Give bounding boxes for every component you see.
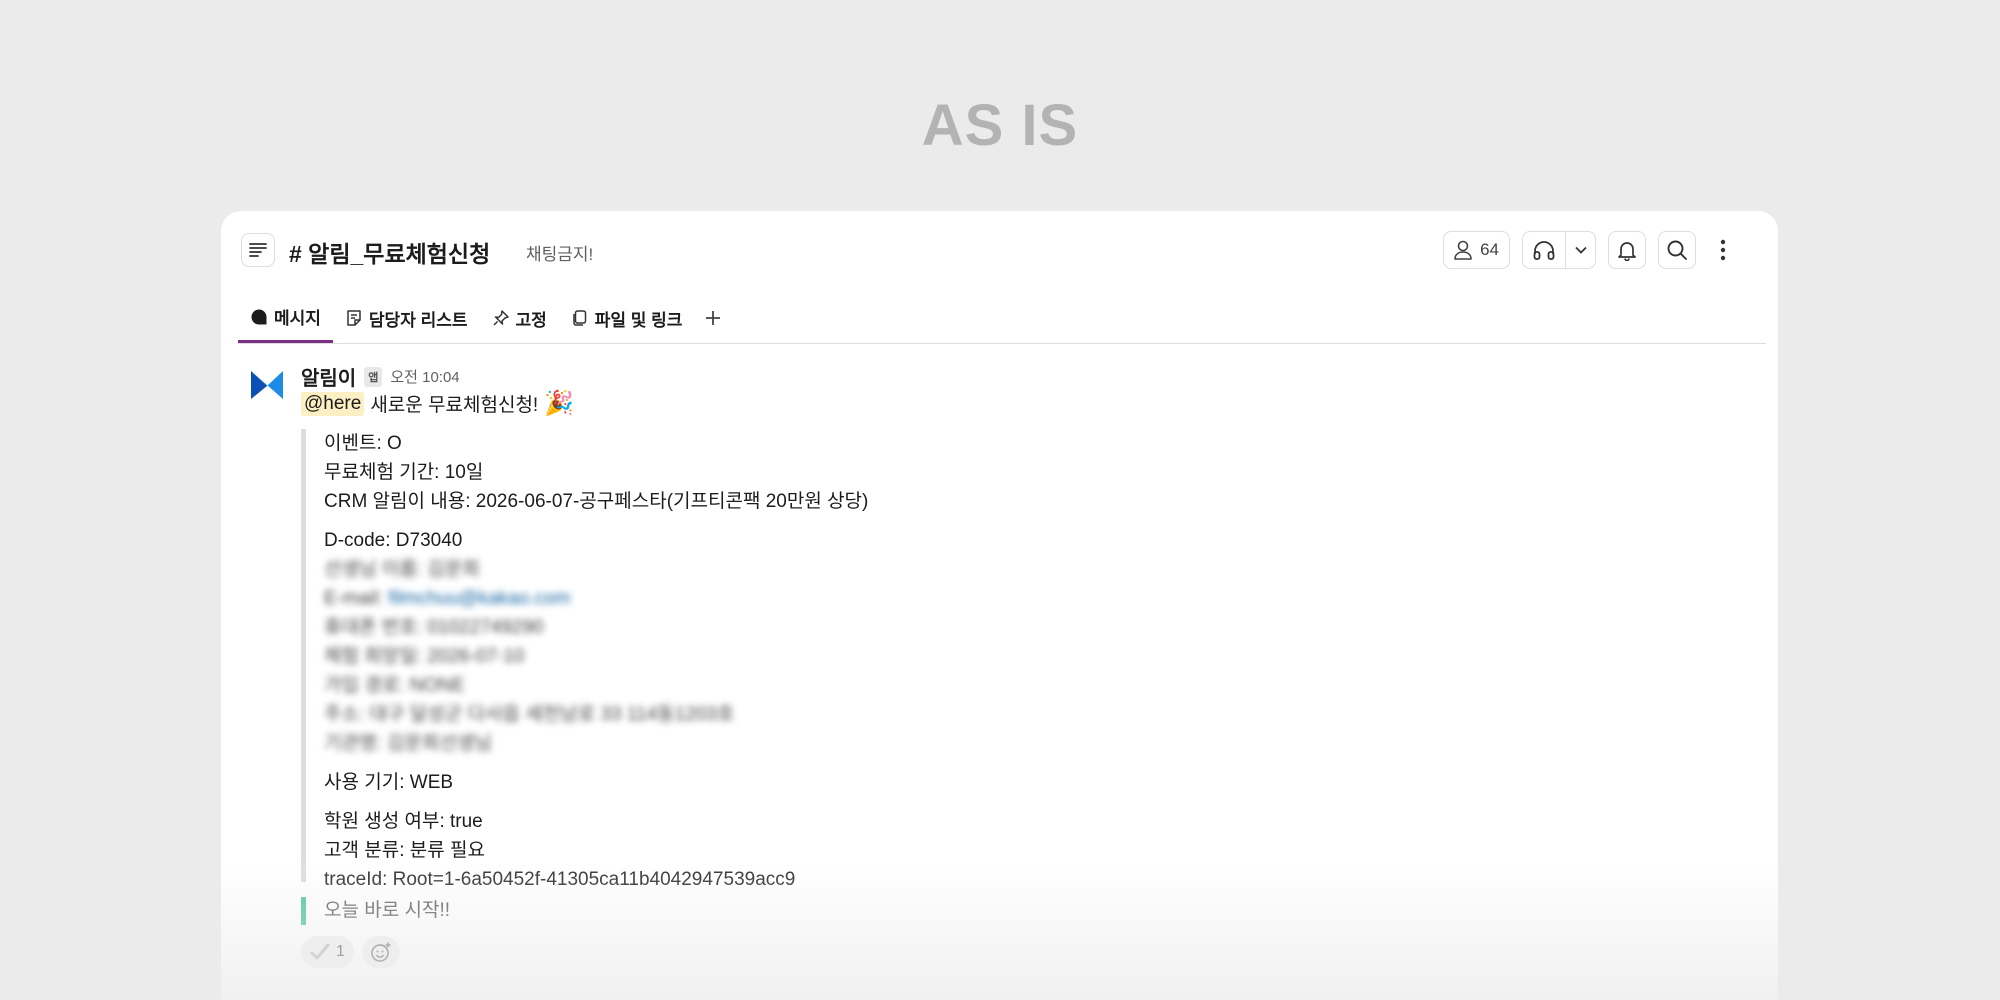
add-emoji-icon <box>371 942 391 962</box>
secondary-attachment: 오늘 바로 시작!! <box>301 897 450 925</box>
field-signup-path: 가입 경로: NONE <box>324 675 465 696</box>
field-trace-id: traceId: Root=1-6a50452f-41305ca11b40429… <box>324 869 796 890</box>
search-button[interactable] <box>1658 231 1696 269</box>
canvas-icon <box>347 310 361 326</box>
more-options-button[interactable] <box>1708 231 1738 269</box>
huddle-button[interactable] <box>1523 232 1565 268</box>
reactions-bar: 1 <box>301 936 400 968</box>
headphones-icon <box>1533 241 1555 260</box>
app-badge: 앱 <box>364 366 383 387</box>
huddle-options-button[interactable] <box>1565 232 1595 268</box>
pin-icon <box>492 310 509 326</box>
plus-icon <box>706 311 721 325</box>
bot-avatar[interactable] <box>251 369 283 401</box>
bell-icon <box>1618 242 1636 261</box>
notifications-button[interactable] <box>1608 231 1646 269</box>
tab-label: 메시지 <box>274 309 321 328</box>
field-teacher-name: 선생님 이름: 김문희 <box>324 559 480 580</box>
tab-messages[interactable]: 메시지 <box>238 293 333 343</box>
email-label: E-mail: <box>324 588 384 609</box>
files-icon <box>573 310 587 326</box>
slack-channel-window: # 알림_무료체험신청 채팅금지! 64 메시지 담당자 리스트 고정 파일 및… <box>221 211 1778 1000</box>
tab-label: 파일 및 링크 <box>594 310 683 330</box>
email-link[interactable]: filmchuu@kakao.com <box>388 588 570 609</box>
message-time[interactable]: 오전 10:04 <box>390 366 459 387</box>
channel-tabs: 메시지 담당자 리스트 고정 파일 및 링크 <box>238 294 1766 344</box>
page-heading: AS IS <box>921 93 1079 158</box>
field-dcode: D-code: D73040 <box>324 530 463 551</box>
field-trial-date: 체험 희망일: 2026-07-10 <box>324 646 525 667</box>
message-meta: 알림이 앱 오전 10:04 <box>301 362 460 391</box>
field-academy-created: 학원 생성 여부: true <box>324 811 483 832</box>
more-vertical-icon <box>1720 239 1726 261</box>
message-body: 새로운 무료체험신청! <box>370 395 539 416</box>
channel-topic[interactable]: 채팅금지! <box>526 240 593 265</box>
field-trial-period: 무료체험 기간: 10일 <box>324 462 484 483</box>
huddle-button-group <box>1522 231 1596 269</box>
channel-menu-button[interactable] <box>241 233 275 267</box>
field-address: 주소: 대구 달성군 다사읍 세천남로 33 114동1203호 <box>324 704 735 725</box>
party-popper-emoji: 🎉 <box>544 390 575 417</box>
field-device: 사용 기기: WEB <box>324 772 454 793</box>
tab-files-links[interactable]: 파일 및 링크 <box>559 293 695 343</box>
person-icon <box>1454 240 1472 260</box>
sender-name[interactable]: 알림이 <box>301 362 356 391</box>
field-crm-content: CRM 알림이 내용: 2026-06-07-공구페스타(기프티콘팩 20만원 … <box>324 491 869 512</box>
app-logo-icon <box>251 371 283 399</box>
checkmark-reaction[interactable]: 1 <box>301 936 354 968</box>
chevron-down-icon <box>1574 246 1587 254</box>
tab-manager-list[interactable]: 담당자 리스트 <box>333 293 480 343</box>
here-mention[interactable]: @here <box>301 391 365 416</box>
reaction-count: 1 <box>336 943 345 960</box>
field-customer-category: 고객 분류: 분류 필요 <box>324 840 485 861</box>
search-icon <box>1667 240 1687 260</box>
members-button[interactable]: 64 <box>1443 231 1510 269</box>
field-phone: 휴대폰 번호: 01022749290 <box>324 617 544 638</box>
channel-title[interactable]: # 알림_무료체험신청 <box>289 235 490 269</box>
add-reaction-button[interactable] <box>361 936 400 968</box>
field-organization: 기관명: 김문희선생님 <box>324 733 492 754</box>
message-icon <box>251 309 267 324</box>
header-actions: 64 <box>1443 231 1738 269</box>
field-event: 이벤트: O <box>324 433 402 454</box>
tab-label: 고정 <box>515 310 547 330</box>
checkmark-icon <box>310 943 330 960</box>
canvas-list-icon <box>249 243 267 257</box>
tab-label: 담당자 리스트 <box>368 310 468 330</box>
tab-pinned[interactable]: 고정 <box>480 293 559 343</box>
message-text: @here 새로운 무료체험신청! 🎉 <box>301 389 574 418</box>
field-email: E-mail: filmchuu@kakao.com <box>324 584 1001 613</box>
member-count: 64 <box>1480 240 1499 259</box>
add-tab-button[interactable] <box>694 293 732 343</box>
message-attachment: 이벤트: O 무료체험 기간: 10일 CRM 알림이 내용: 2026-06-… <box>301 429 1001 890</box>
